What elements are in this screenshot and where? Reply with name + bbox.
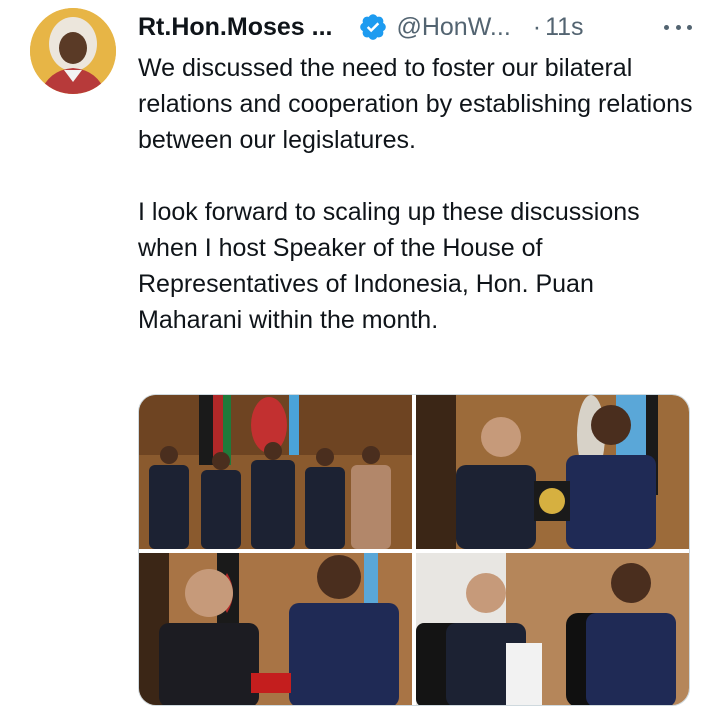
plaque-presentation-photo[interactable] — [416, 395, 689, 549]
verified-badge-icon — [360, 14, 387, 40]
tweet-text: We discussed the need to foster our bila… — [138, 50, 698, 338]
gift-exchange-photo[interactable] — [139, 553, 412, 705]
timestamp[interactable]: 11s — [545, 13, 583, 42]
tweet-paragraph-1: We discussed the need to foster our bila… — [138, 54, 693, 154]
display-name[interactable]: Rt.Hon.Moses ... — [138, 13, 332, 42]
media-grid — [138, 394, 690, 706]
tweet[interactable]: Rt.Hon.Moses ... @HonW... · 11s We discu… — [0, 0, 720, 712]
avatar[interactable] — [30, 8, 116, 94]
tweet-paragraph-2: I look forward to scaling up these discu… — [138, 198, 640, 334]
tweet-header: Rt.Hon.Moses ... @HonW... · 11s — [138, 10, 698, 44]
more-horizontal-icon[interactable] — [658, 14, 698, 40]
group-photo[interactable] — [139, 395, 412, 549]
seated-meeting-photo[interactable] — [416, 553, 689, 705]
separator-dot: · — [532, 12, 542, 41]
author-handle[interactable]: @HonW... — [396, 13, 510, 42]
